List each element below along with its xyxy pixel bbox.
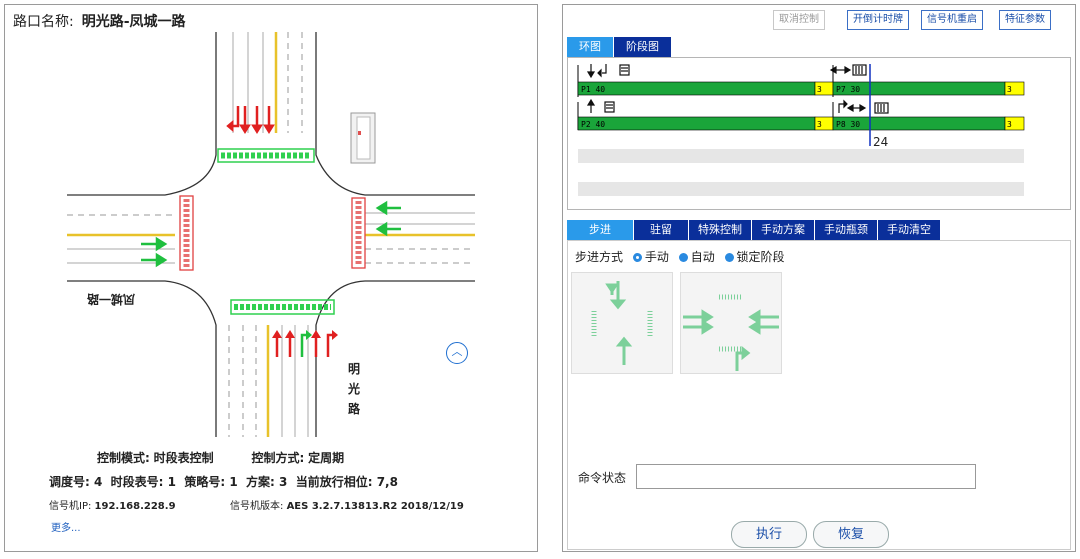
- stage-1-tile[interactable]: [571, 272, 673, 374]
- ip-line: 信号机IP: 192.168.228.9: [49, 501, 176, 512]
- tab-dwell[interactable]: 驻留: [634, 220, 689, 240]
- diagram-tabs: 环图 阶段图: [567, 37, 672, 57]
- tab-special[interactable]: 特殊控制: [689, 220, 752, 240]
- phase-label-p8: P8 30: [836, 120, 860, 129]
- ring-chart: P1 40 3 P7 30 3 P2 40 3 P8 30 3 24: [577, 64, 1025, 196]
- phase-bar-p2: [577, 116, 816, 131]
- phase-yellow-label-p2: 3: [817, 120, 822, 129]
- radio-auto[interactable]: [678, 253, 688, 262]
- command-status-field[interactable]: [636, 464, 976, 489]
- more-link[interactable]: 更多...: [51, 519, 81, 534]
- version-line: 信号机版本: AES 3.2.7.13813.R2 2018/12/19: [230, 501, 464, 512]
- execute-button[interactable]: 执行: [731, 521, 807, 548]
- phase-label-p7: P7 30: [836, 85, 860, 94]
- intersection-panel: 路口名称: 明光路-凤城一路 凤城一路 明 光 路 ︿ 控制模式: 时段表控制 控…: [4, 4, 538, 552]
- tab-manual-clear[interactable]: 手动清空: [878, 220, 941, 240]
- phase-label-p1: P1 40: [581, 85, 605, 94]
- intersection-label: 路口名称:: [13, 14, 74, 30]
- signal-cabinet-icon: [350, 112, 376, 164]
- time-cursor-label: 24: [873, 135, 888, 149]
- restore-button[interactable]: 恢复: [813, 521, 889, 548]
- control-tabs: 步进 驻留 特殊控制 手动方案 手动瓶颈 手动清空: [567, 220, 941, 240]
- road-name-west: 凤城一路: [87, 292, 136, 306]
- tab-ring[interactable]: 环图: [567, 37, 614, 57]
- status-line: 调度号: 4 时段表号: 1 策略号: 1 方案: 3 当前放行相位: 7,8: [49, 475, 398, 489]
- radio-lock-stage[interactable]: [724, 253, 734, 262]
- radio-manual[interactable]: [632, 253, 642, 262]
- stage-2-tile[interactable]: [680, 272, 782, 374]
- tab-manual-bottleneck[interactable]: 手动瓶颈: [815, 220, 878, 240]
- intersection-name: 明光路-凤城一路: [81, 14, 186, 30]
- tab-step[interactable]: 步进: [567, 220, 634, 240]
- control-mode: 控制模式: 时段表控制 控制方式: 定周期: [97, 451, 345, 465]
- intersection-map: [67, 32, 475, 437]
- params-button[interactable]: 特征参数: [999, 10, 1051, 30]
- road-name-south: 明 光 路: [348, 362, 361, 416]
- phase-label-p2: P2 40: [581, 120, 605, 129]
- collapse-up-button[interactable]: ︿: [446, 342, 468, 364]
- ring-diagram: P1 40 3 P7 30 3 P2 40 3 P8 30 3 24: [567, 57, 1071, 210]
- phase-yellow-label-p7: 3: [1007, 85, 1012, 94]
- phase-yellow-label-p1: 3: [817, 85, 822, 94]
- restart-button[interactable]: 信号机重启: [921, 10, 983, 30]
- control-panel: 取消控制 开倒计时牌 信号机重启 特征参数 环图 阶段图 P1 40 3 P7 …: [562, 4, 1076, 552]
- countdown-button[interactable]: 开倒计时牌: [847, 10, 909, 30]
- tab-stage[interactable]: 阶段图: [614, 37, 672, 57]
- phase-yellow-label-p8: 3: [1007, 120, 1012, 129]
- command-status-label: 命令状态: [578, 471, 627, 485]
- intersection-title: 路口名称: 明光路-凤城一路: [13, 11, 186, 31]
- tab-manual-plan[interactable]: 手动方案: [752, 220, 815, 240]
- step-mode-row: 步进方式 手动 自动 锁定阶段: [575, 250, 785, 264]
- cancel-control-button[interactable]: 取消控制: [773, 10, 825, 30]
- phase-bar-p1: [577, 81, 816, 96]
